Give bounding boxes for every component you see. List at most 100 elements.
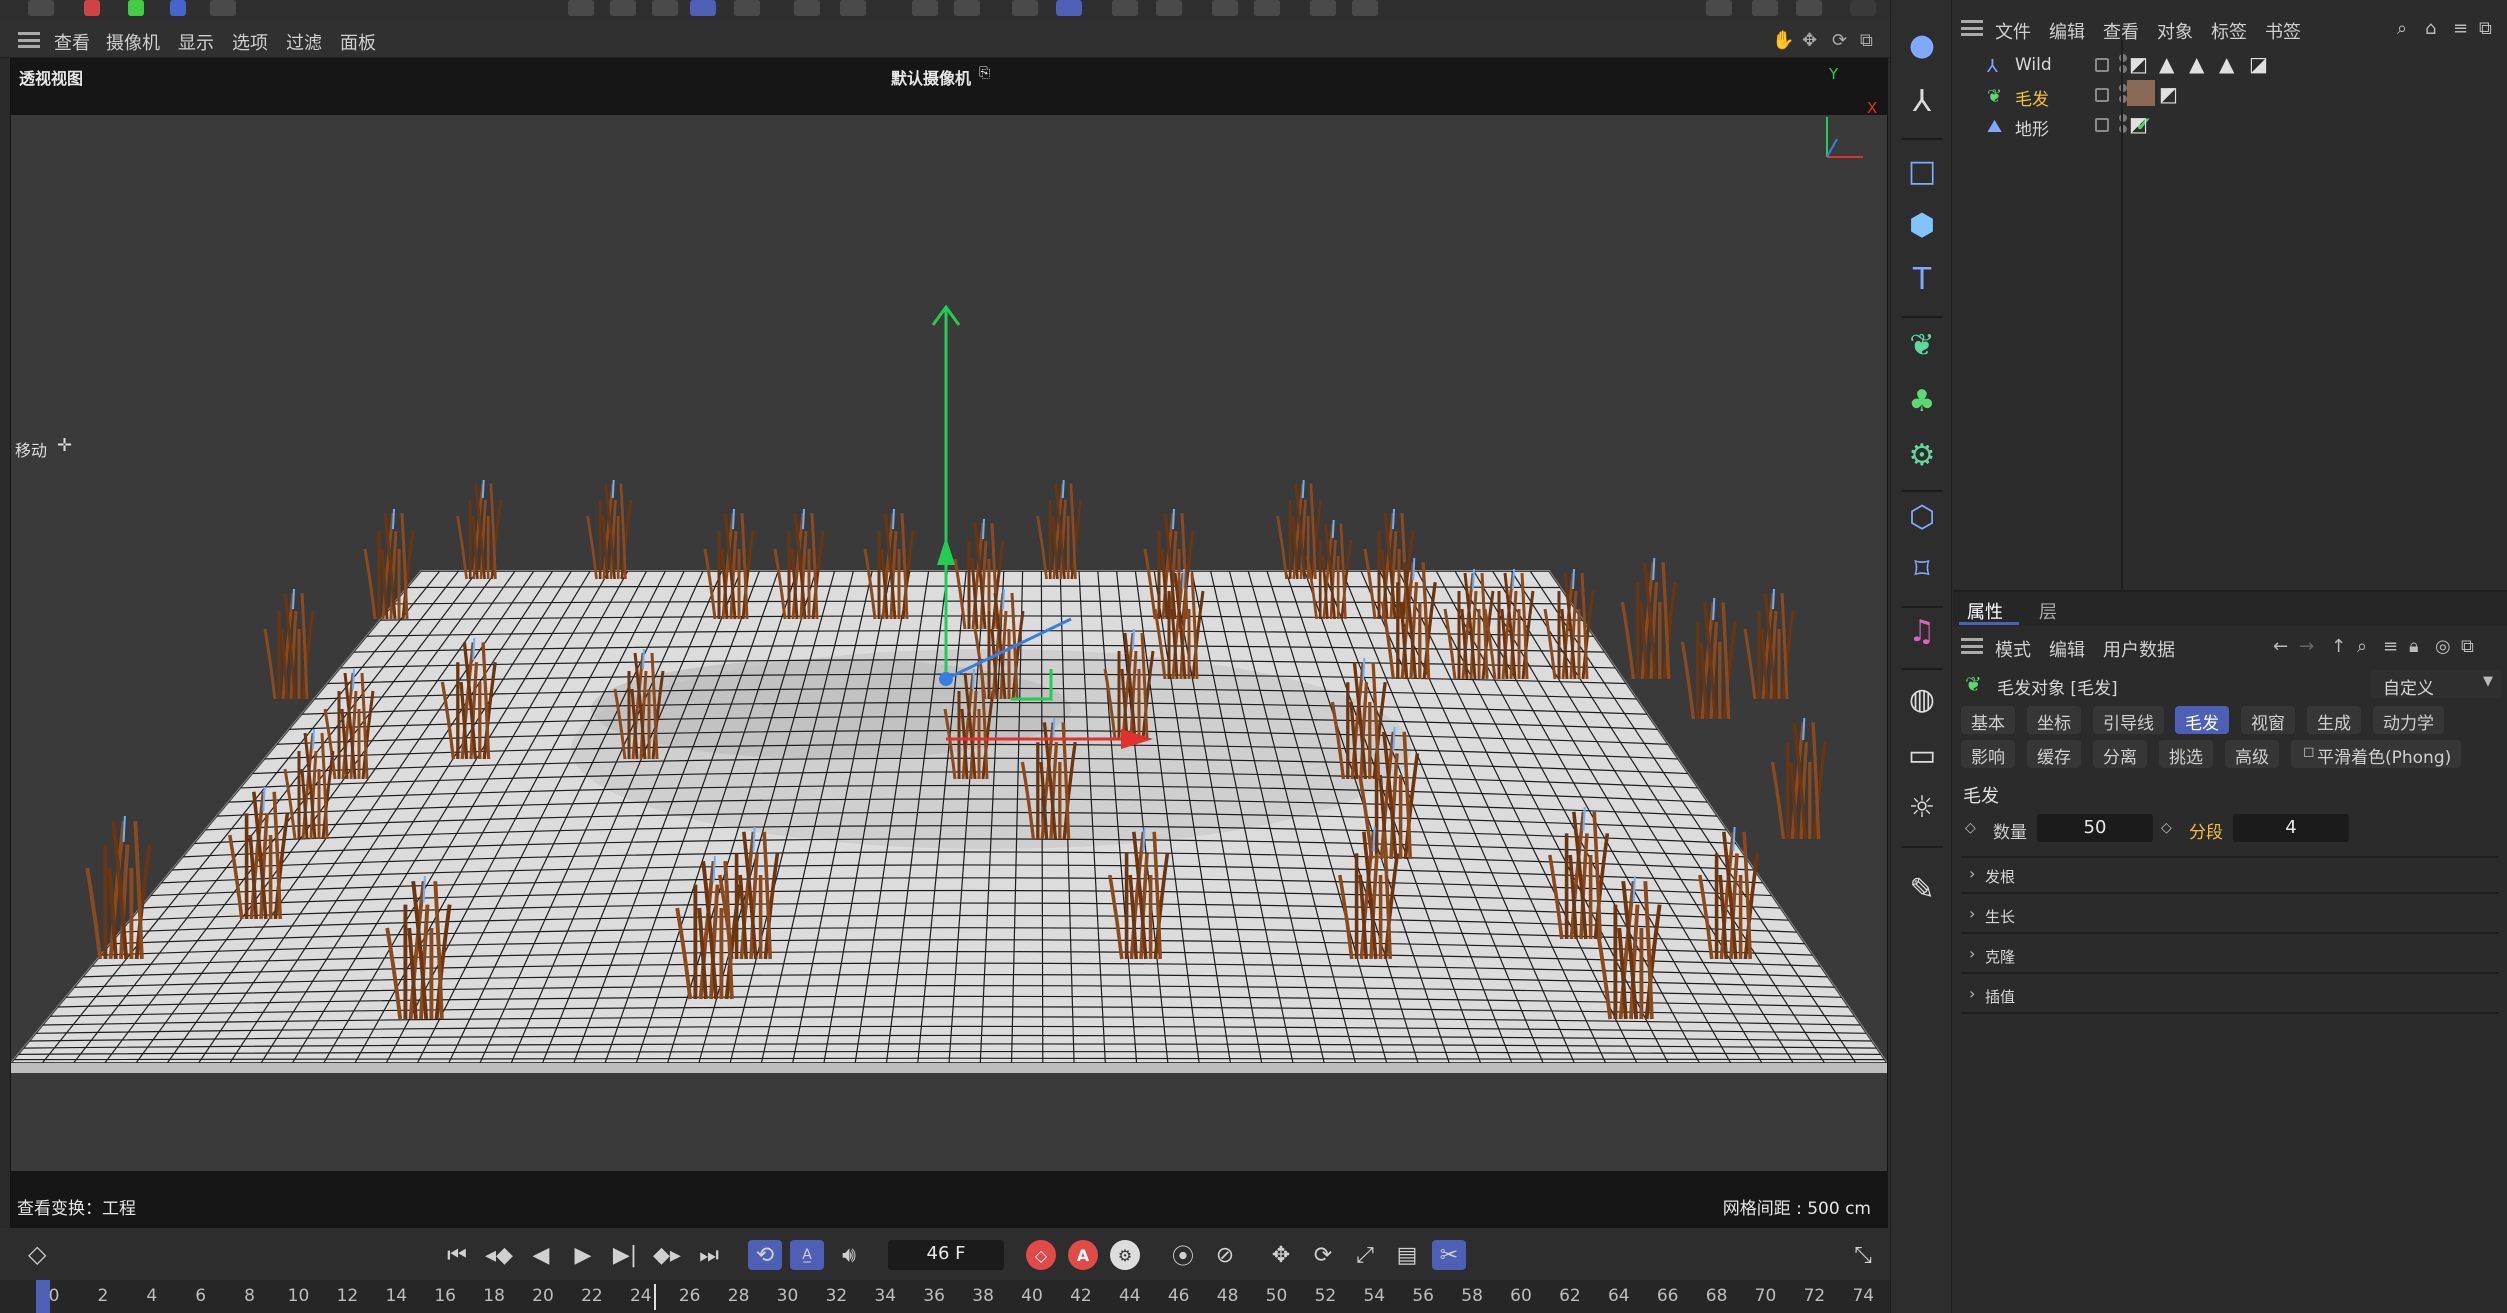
lock-icon[interactable]: 🔒︎: [2409, 636, 2419, 657]
loop-icon[interactable]: ⟲: [748, 1240, 782, 1270]
render-view-icon[interactable]: [1156, 0, 1182, 16]
count-field[interactable]: 50: [2037, 814, 2153, 842]
play-icon[interactable]: ▶: [566, 1240, 600, 1270]
material-tag-icon[interactable]: ▲: [2189, 52, 2204, 76]
maximize-view-icon[interactable]: ⧉: [1860, 30, 1873, 51]
view-cube-icon[interactable]: [568, 0, 594, 16]
cube-icon[interactable]: [1310, 0, 1336, 16]
panel-divider[interactable]: [2121, 40, 2123, 590]
filter-icon[interactable]: ≡: [2383, 636, 2398, 657]
search-icon[interactable]: ⌕: [2397, 18, 2407, 39]
settings-icon[interactable]: [1254, 0, 1280, 16]
pan-hand-icon[interactable]: ✋: [1772, 30, 1794, 51]
menu-filter[interactable]: 过滤: [286, 29, 322, 55]
key-scale-icon[interactable]: ⤢: [1348, 1240, 1382, 1270]
menu-camera[interactable]: 摄像机: [106, 29, 160, 55]
effector-gear-icon[interactable]: ⚙: [1903, 436, 1941, 474]
gear-icon[interactable]: [954, 0, 980, 16]
material-tag-icon[interactable]: ▲: [2159, 52, 2174, 76]
text-tool-icon[interactable]: T: [1903, 260, 1941, 298]
menu-options[interactable]: 选项: [232, 29, 268, 55]
key-pla-icon[interactable]: ✂: [1432, 1240, 1466, 1270]
tab-dynamics[interactable]: 动力学: [2373, 706, 2444, 734]
object-name[interactable]: 地形: [2015, 115, 2049, 140]
tab-coord[interactable]: 坐标: [2027, 706, 2081, 734]
hair-material-tag[interactable]: [2127, 80, 2155, 106]
render-settings-icon[interactable]: [1796, 0, 1822, 16]
magnet-icon[interactable]: [912, 0, 938, 16]
selection-tag-icon[interactable]: ◪: [2249, 52, 2268, 76]
current-frame-field[interactable]: 46 F: [888, 1240, 1004, 1270]
menu-file[interactable]: 文件: [1995, 18, 2031, 44]
speaker-icon[interactable]: 🔊︎: [832, 1240, 866, 1270]
symmetry-icon[interactable]: [1212, 0, 1238, 16]
next-frame-icon[interactable]: ▶|: [608, 1240, 642, 1270]
key-position-icon[interactable]: ✥: [1264, 1240, 1298, 1270]
camera-link-icon[interactable]: ⎘: [979, 65, 990, 81]
environment-icon[interactable]: ◍: [1903, 680, 1941, 718]
menu-edit[interactable]: 编辑: [2049, 18, 2085, 44]
phong-tag-icon[interactable]: ◩: [2129, 52, 2148, 76]
tab-generate[interactable]: 生成: [2307, 706, 2361, 734]
tab-pick[interactable]: 挑选: [2159, 740, 2213, 768]
key-rotation-icon[interactable]: ⊘: [1208, 1240, 1242, 1270]
home-icon[interactable]: ⌂: [2425, 18, 2436, 39]
tab-viewport[interactable]: 视窗: [2241, 706, 2295, 734]
app-icon[interactable]: [28, 0, 54, 16]
menu-user-data[interactable]: 用户数据: [2103, 636, 2175, 662]
move-view-icon[interactable]: ✥: [1802, 30, 1817, 51]
live-select-icon[interactable]: ●: [1903, 26, 1941, 64]
back-arrow-icon[interactable]: ←: [2273, 636, 2288, 657]
hamburger-icon[interactable]: [18, 32, 40, 48]
primitive-square-icon[interactable]: □: [1903, 152, 1941, 190]
snap-off-icon[interactable]: [840, 0, 866, 16]
hamburger-icon[interactable]: [1961, 638, 1983, 654]
playhead[interactable]: [654, 1284, 656, 1310]
next-key-icon[interactable]: ◆▸: [650, 1240, 684, 1270]
lock-key-icon[interactable]: ⦿: [1166, 1240, 1200, 1270]
tab-layers[interactable]: 层: [2039, 598, 2057, 624]
z-lock-icon[interactable]: [170, 0, 186, 16]
section-growth[interactable]: › 生长: [1961, 898, 2499, 934]
segments-field[interactable]: 4: [2233, 814, 2349, 842]
layout-icon[interactable]: [1850, 0, 1876, 16]
render-icon[interactable]: [1706, 0, 1732, 16]
phong-tag-icon[interactable]: ◩: [2129, 112, 2148, 136]
axis-icon[interactable]: [794, 0, 820, 16]
tab-phong[interactable]: 平滑着色(Phong): [2291, 740, 2462, 768]
object-name[interactable]: Wild: [2015, 55, 2052, 75]
record-keys-icon[interactable]: ◇: [1026, 1240, 1056, 1270]
go-end-icon[interactable]: ⏭: [692, 1240, 726, 1270]
view-shaded-active-icon[interactable]: [690, 0, 716, 16]
mograph-icon[interactable]: ♣: [1903, 382, 1941, 420]
grid-icon[interactable]: [1012, 0, 1038, 16]
phong-tag-icon[interactable]: ◩: [2159, 82, 2178, 106]
hamburger-icon[interactable]: [1961, 20, 1983, 36]
forward-arrow-icon[interactable]: →: [2299, 636, 2314, 657]
section-interpolation[interactable]: › 插值: [1961, 978, 2499, 1014]
up-arrow-icon[interactable]: ↑: [2331, 636, 2346, 657]
camera-tool-icon[interactable]: ▭: [1903, 736, 1941, 774]
menu-display[interactable]: 显示: [178, 29, 214, 55]
tab-cache[interactable]: 缓存: [2027, 740, 2081, 768]
field-icon[interactable]: ⌑: [1903, 550, 1941, 588]
audio-scrub-icon[interactable]: A̲: [790, 1240, 824, 1270]
tab-hair[interactable]: 毛发: [2175, 706, 2229, 734]
preset-dropdown[interactable]: 自定义 ▼: [2371, 670, 2501, 699]
sphere-icon[interactable]: [1352, 0, 1378, 16]
key-param-icon[interactable]: ▤: [1390, 1240, 1424, 1270]
tab-advanced[interactable]: 高级: [2225, 740, 2279, 768]
object-name[interactable]: 毛发: [2015, 85, 2049, 110]
tab-guides[interactable]: 引导线: [2093, 706, 2164, 734]
new-window-icon[interactable]: ⧉: [2479, 18, 2492, 39]
object-row-landscape[interactable]: ⛰ 地形 ✔: [1963, 112, 2503, 140]
menu-object[interactable]: 对象: [2157, 18, 2193, 44]
view-light-icon[interactable]: [734, 0, 760, 16]
timeline-graph-icon[interactable]: ⤡: [1846, 1240, 1880, 1270]
go-start-icon[interactable]: ⏮: [440, 1240, 474, 1270]
hair-tool-icon[interactable]: ❦: [1903, 326, 1941, 364]
keyframe-diamond-icon[interactable]: ◇: [2161, 820, 2172, 836]
layer-toggle[interactable]: [2095, 88, 2109, 102]
search-icon[interactable]: ⌕: [2357, 636, 2367, 657]
keyframe-diamond-icon[interactable]: ◇: [28, 1240, 46, 1268]
